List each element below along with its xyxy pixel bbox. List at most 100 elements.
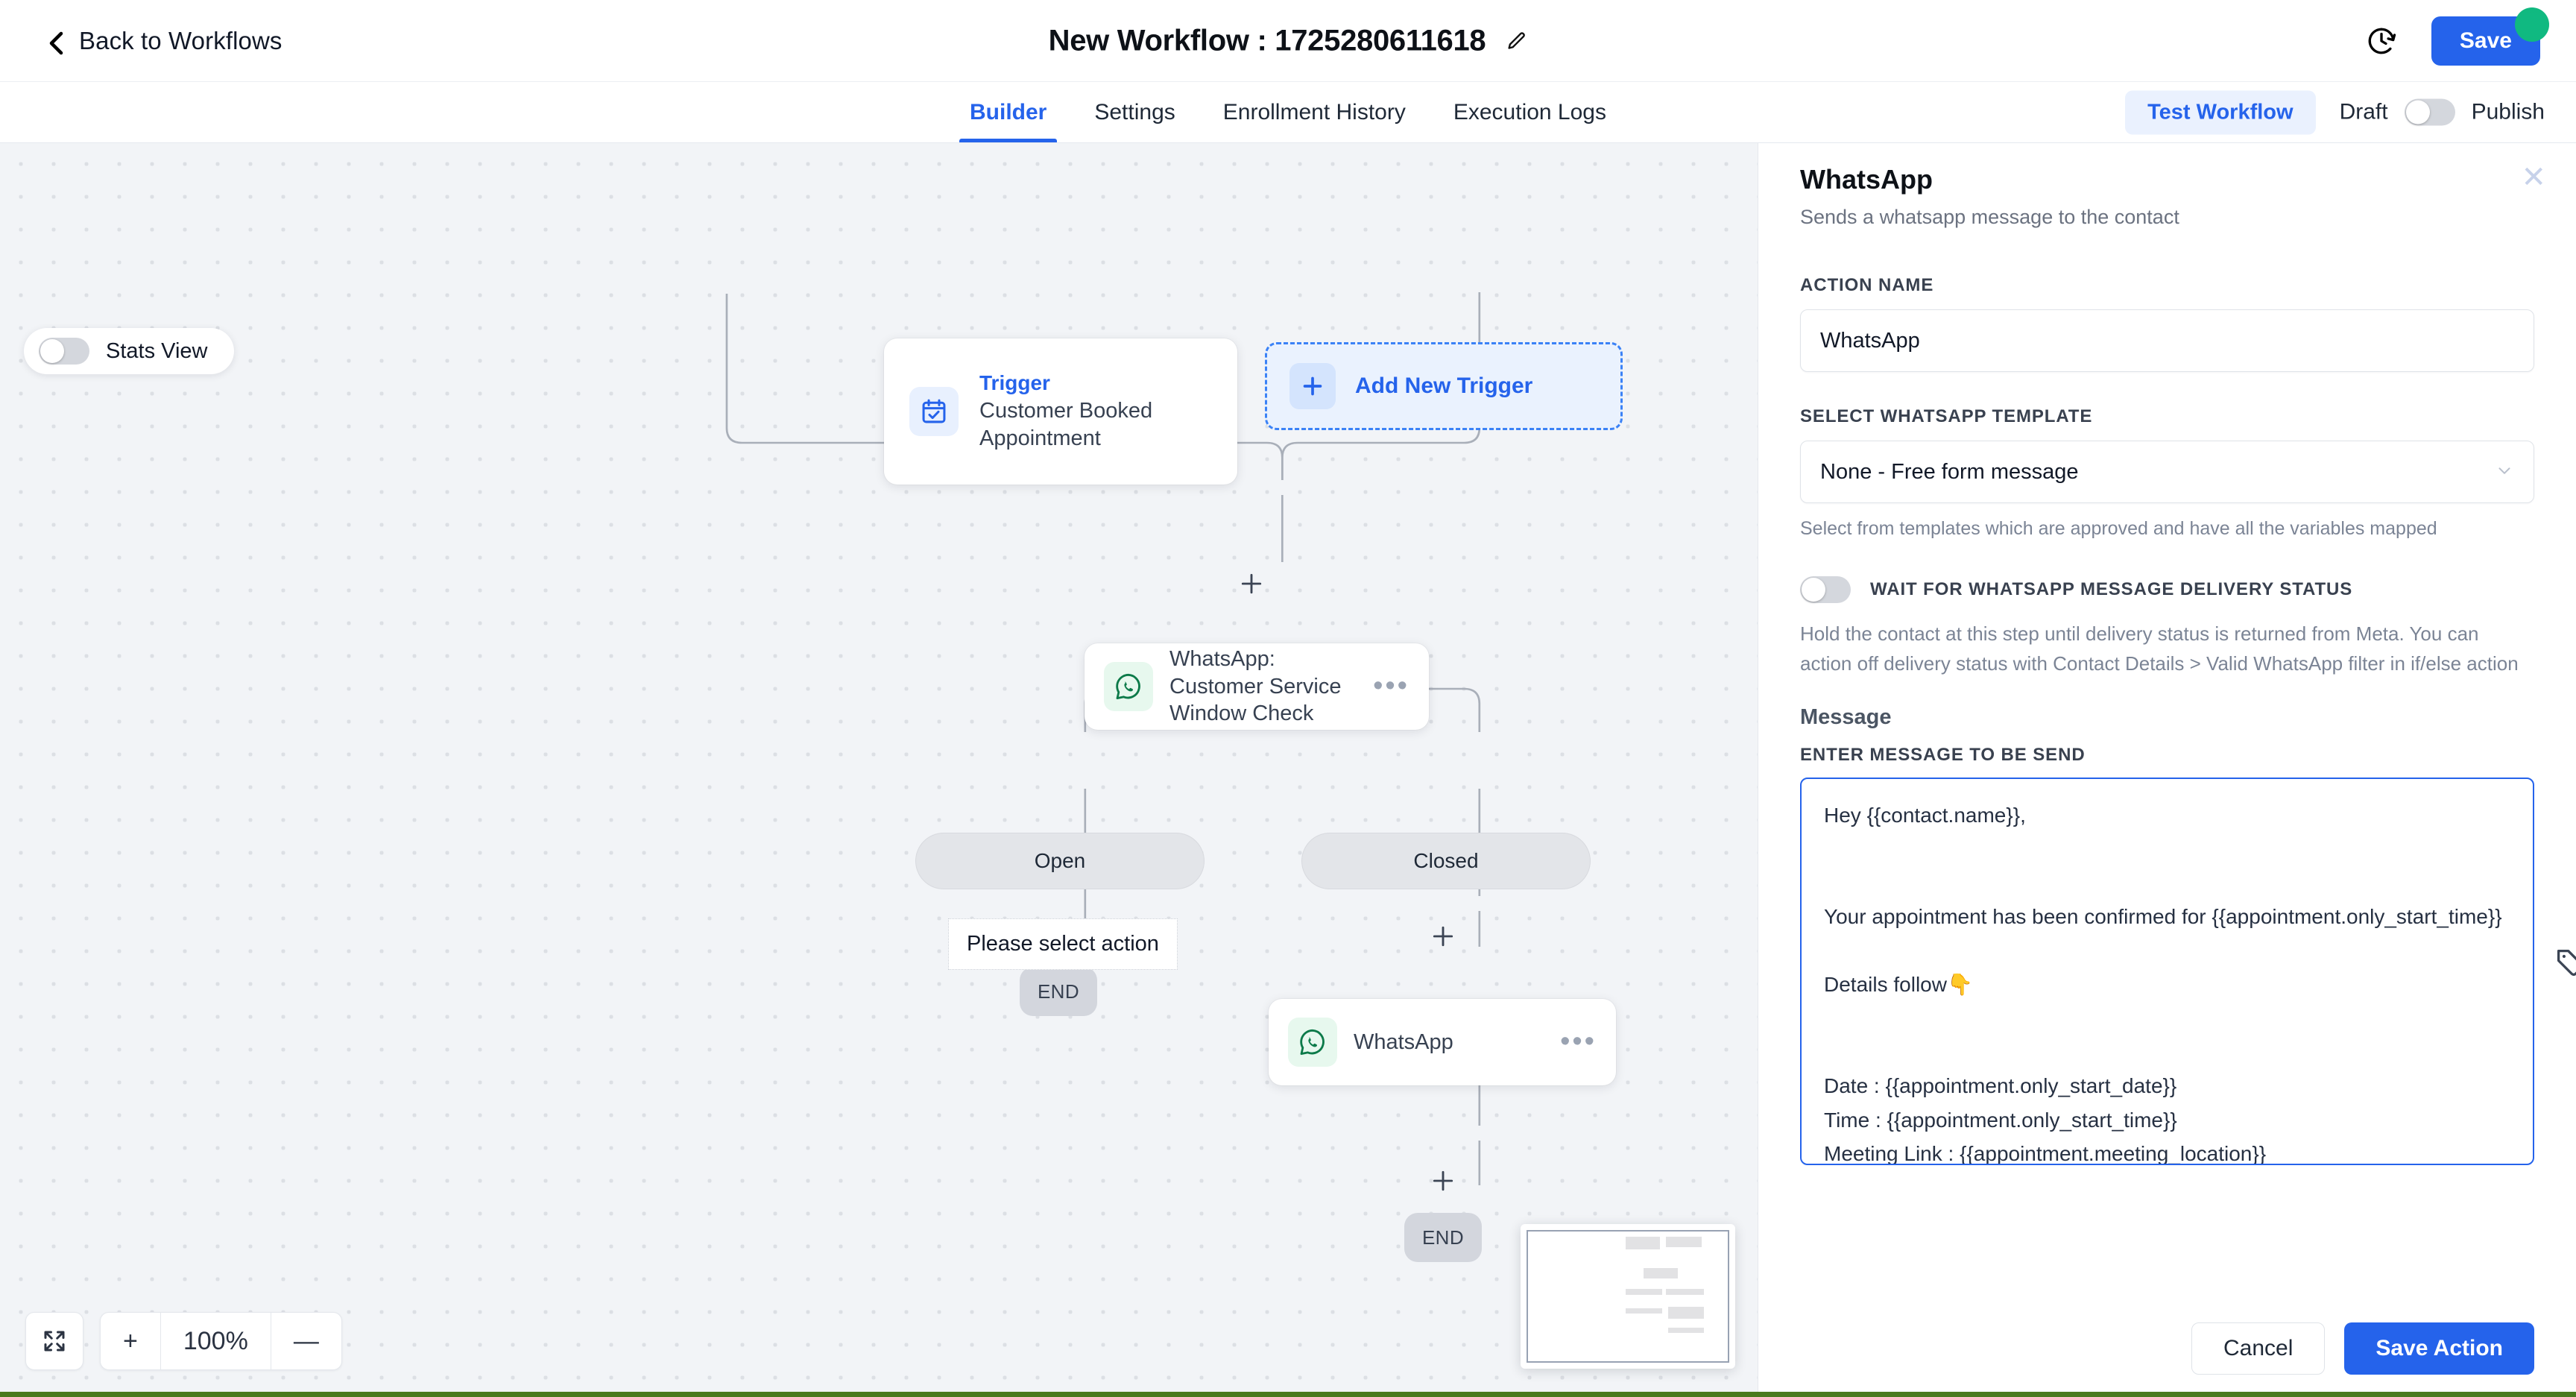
pencil-icon[interactable] (1505, 30, 1527, 52)
branch-pill-closed[interactable]: Closed (1301, 833, 1591, 889)
message-field-wrap: Hey {{contact.name}}, Your appointment h… (1800, 778, 2576, 1166)
ellipsis-icon-window-check[interactable]: ••• (1361, 672, 1409, 700)
tab-bar: Builder Settings Enrollment History Exec… (0, 82, 2576, 143)
close-icon[interactable]: ✕ (2521, 163, 2546, 192)
tab-enrollment-history-label: Enrollment History (1222, 99, 1406, 124)
minimap-node (1626, 1308, 1662, 1314)
wait-delivery-status-row: WAIT FOR WHATSAPP MESSAGE DELIVERY STATU… (1800, 576, 2534, 604)
minimap-node (1665, 1288, 1704, 1296)
end-node-open-label: END (1037, 980, 1080, 1003)
message-input-label: ENTER MESSAGE TO BE SEND (1800, 745, 2086, 766)
zoom-level: 100% (161, 1313, 271, 1369)
publish-toggle-group: Draft Publish (2339, 98, 2545, 126)
add-step-plus-icon-after-whatsapp[interactable] (1430, 1167, 1456, 1200)
panel-body: ACTION NAME SELECT WHATSAPP TEMPLATE Non… (1758, 245, 2576, 1302)
whatsapp-template-select[interactable]: None - Free form message (1800, 441, 2534, 503)
trigger-node-kicker: Trigger (979, 370, 1050, 394)
add-new-trigger-label: Add New Trigger (1355, 373, 1533, 398)
zoom-controls: + 100% — (25, 1312, 342, 1370)
wait-delivery-status-toggle[interactable] (1800, 576, 1851, 604)
minimap-node (1626, 1288, 1662, 1296)
stats-view-label: Stats View (106, 338, 208, 363)
zoom-in-label: + (123, 1326, 138, 1355)
test-workflow-button[interactable]: Test Workflow (2125, 90, 2316, 134)
page-title: New Workflow : 1725280611618 (1048, 24, 1486, 57)
add-new-trigger-button[interactable]: Add New Trigger (1265, 342, 1623, 430)
workflow-canvas[interactable]: Stats View Trigger Customer Booked Appoi… (0, 143, 1758, 1397)
message-textarea[interactable]: Hey {{contact.name}}, Your appointment h… (1800, 778, 2534, 1166)
whatsapp-template-value: None - Free form message (1820, 459, 2079, 484)
whatsapp-action-node[interactable]: WhatsApp ••• (1269, 999, 1616, 1085)
unsaved-changes-badge (2515, 7, 2549, 42)
calendar-check-icon (909, 387, 959, 436)
tab-execution-logs[interactable]: Execution Logs (1430, 82, 1630, 142)
minimap-node (1667, 1327, 1704, 1333)
minimap[interactable] (1521, 1224, 1735, 1369)
save-button-label: Save (2459, 28, 2512, 53)
zoom-in-button[interactable]: + (101, 1313, 160, 1369)
main-area: Stats View Trigger Customer Booked Appoi… (0, 143, 2576, 1397)
add-step-plus-icon-trigger-merge[interactable] (1238, 570, 1265, 603)
tab-enrollment-history[interactable]: Enrollment History (1199, 82, 1430, 142)
stats-view-toggle[interactable]: Stats View (24, 328, 235, 374)
fit-screen-icon[interactable] (25, 1312, 83, 1370)
whatsapp-template-label: SELECT WHATSAPP TEMPLATE (1800, 406, 2093, 426)
whatsapp-window-check-title: WhatsApp: Customer Service Window Check (1169, 646, 1342, 726)
cancel-button[interactable]: Cancel (2191, 1322, 2326, 1375)
chevron-down-icon (2495, 461, 2514, 484)
wait-delivery-status-label: WAIT FOR WHATSAPP MESSAGE DELIVERY STATU… (1870, 579, 2353, 600)
add-step-plus-icon-closed[interactable] (1430, 923, 1456, 956)
test-workflow-label: Test Workflow (2147, 100, 2294, 124)
message-section-heading: Message (1800, 705, 1892, 730)
action-settings-panel: WhatsApp Sends a whatsapp message to the… (1758, 143, 2576, 1397)
trigger-node[interactable]: Trigger Customer Booked Appointment (884, 338, 1237, 485)
tab-settings[interactable]: Settings (1070, 82, 1199, 142)
publish-toggle[interactable] (2404, 98, 2455, 126)
branch-pill-open-label: Open (1034, 849, 1086, 872)
panel-subtitle: Sends a whatsapp message to the contact (1800, 206, 2179, 228)
ellipsis-icon-whatsapp-action[interactable]: ••• (1548, 1027, 1597, 1056)
panel-footer: Cancel Save Action (1758, 1302, 2576, 1397)
publish-label: Publish (2471, 99, 2545, 124)
tab-builder-label: Builder (970, 99, 1047, 124)
tab-builder[interactable]: Builder (946, 82, 1070, 142)
topbar-actions: Save (2366, 7, 2549, 66)
zoom-level-label: 100% (183, 1326, 248, 1355)
minimap-node (1667, 1306, 1704, 1319)
tab-settings-label: Settings (1094, 99, 1175, 124)
chevron-left-icon (46, 31, 66, 54)
panel-title: WhatsApp (1800, 164, 1933, 195)
back-to-workflows-button[interactable]: Back to Workflows (46, 27, 282, 55)
cancel-button-label: Cancel (2223, 1336, 2294, 1360)
minimap-node (1644, 1267, 1678, 1278)
tab-list: Builder Settings Enrollment History Exec… (946, 82, 1630, 142)
wait-delivery-status-toggle-knob (1802, 578, 1825, 602)
workflow-connectors (725, 292, 1481, 1185)
whatsapp-window-check-node[interactable]: WhatsApp: Customer Service Window Check … (1085, 643, 1429, 730)
end-node-open: END (1020, 967, 1097, 1016)
end-node-closed: END (1404, 1213, 1482, 1262)
branch-pill-open[interactable]: Open (915, 833, 1205, 889)
trigger-node-title: Customer Booked Appointment (979, 398, 1153, 450)
history-clock-icon[interactable] (2366, 25, 2397, 57)
save-button[interactable]: Save (2431, 7, 2549, 66)
zoom-out-label: — (293, 1326, 319, 1355)
whatsapp-icon (1288, 1018, 1337, 1067)
bottom-accent-strip (0, 1392, 2576, 1397)
stats-view-switch-knob (40, 339, 64, 363)
wait-delivery-status-helper: Hold the contact at this step until deli… (1800, 622, 2519, 675)
draft-label: Draft (2339, 99, 2388, 124)
action-name-label: ACTION NAME (1800, 275, 1934, 295)
tab-execution-logs-label: Execution Logs (1453, 99, 1606, 124)
tag-icon[interactable] (2554, 946, 2576, 983)
stats-view-switch[interactable] (39, 338, 89, 365)
save-action-button[interactable]: Save Action (2344, 1322, 2534, 1375)
minimap-node (1626, 1236, 1660, 1250)
action-name-input[interactable] (1800, 309, 2534, 372)
workflow-title-group: New Workflow : 1725280611618 (1049, 24, 1528, 57)
whatsapp-icon (1104, 662, 1153, 711)
back-to-workflows-label: Back to Workflows (79, 26, 282, 54)
minimap-node (1665, 1236, 1702, 1247)
zoom-out-button[interactable]: — (271, 1313, 341, 1369)
plus-icon (1289, 363, 1336, 409)
